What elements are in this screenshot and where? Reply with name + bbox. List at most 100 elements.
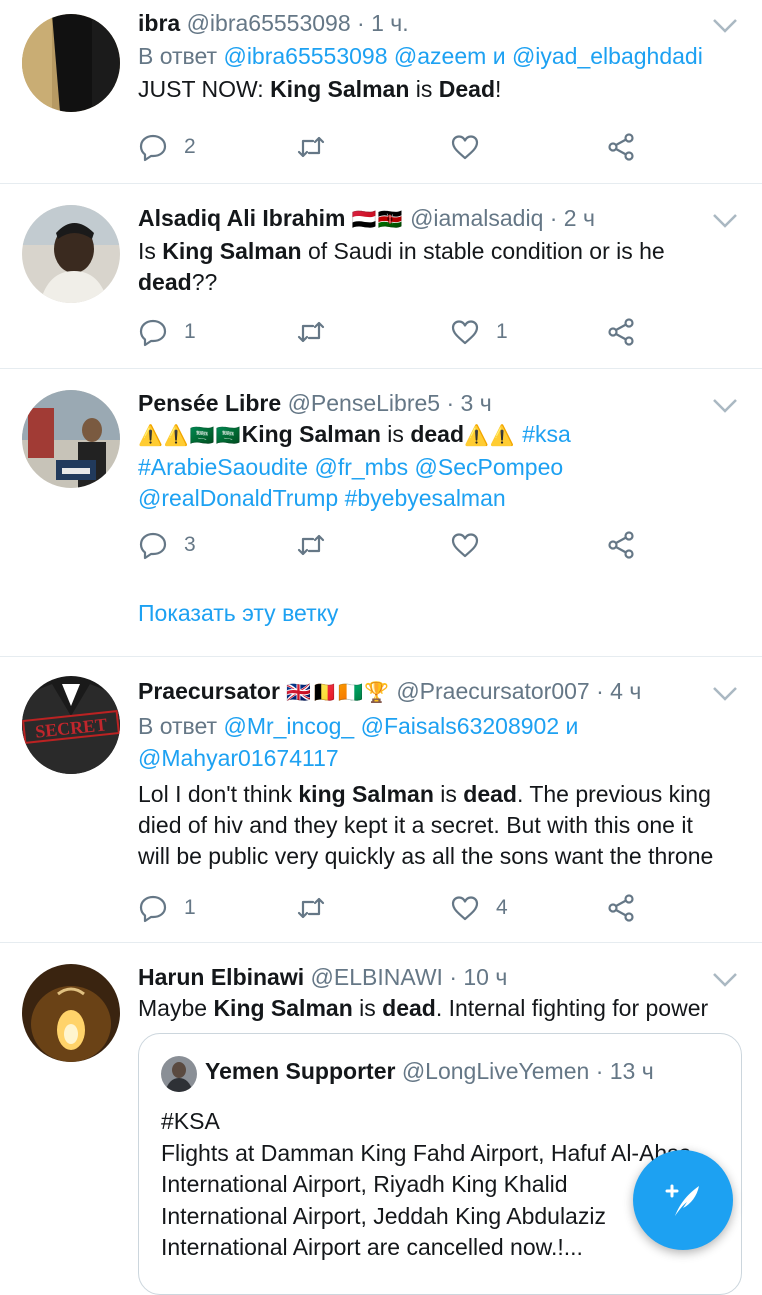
chevron-down-icon[interactable] bbox=[712, 686, 738, 702]
display-name[interactable]: Praecursator bbox=[138, 678, 280, 704]
quoted-header: Yemen Supporter @LongLiveYemen · 13 ч bbox=[205, 1058, 654, 1085]
quoted-text: #KSA Flights at Damman King Fahd Airport… bbox=[161, 1108, 692, 1260]
compose-icon bbox=[665, 1184, 699, 1216]
quoted-display-name: Yemen Supporter bbox=[205, 1058, 396, 1084]
share-icon bbox=[608, 318, 634, 346]
tweet-header: Pensée Libre @PenseLibre5 · 3 ч bbox=[138, 388, 742, 418]
tweet[interactable]: SECRET Praecursator 🇬🇧🇧🇪🇨🇮🏆 @Praecursato… bbox=[0, 656, 762, 943]
like-icon bbox=[451, 320, 479, 345]
hashtag-link[interactable]: #ksa bbox=[522, 421, 571, 447]
mention-link[interactable]: @fr_mbs bbox=[314, 454, 408, 480]
retweet-button[interactable] bbox=[296, 130, 342, 164]
display-name[interactable]: Harun Elbinawi bbox=[138, 964, 304, 990]
quoted-timestamp: · 13 ч bbox=[595, 1058, 654, 1084]
tweet[interactable]: Alsadiq Ali Ibrahim 🇾🇪🇰🇪 @iamalsadiq · 2… bbox=[0, 183, 762, 369]
share-button[interactable] bbox=[606, 130, 636, 164]
display-name[interactable]: Alsadiq Ali Ibrahim bbox=[138, 205, 345, 231]
tweet-header: ibra @ibra65553098 · 1 ч. bbox=[138, 8, 742, 38]
timestamp[interactable]: · 10 ч bbox=[449, 964, 507, 990]
handle: @ELBINAWI bbox=[310, 964, 443, 990]
compose-tweet-button[interactable] bbox=[633, 1150, 733, 1250]
reply-button[interactable]: 1 bbox=[138, 891, 196, 925]
avatar-image bbox=[22, 964, 120, 1062]
chevron-down-icon[interactable] bbox=[712, 18, 738, 34]
chevron-down-icon[interactable] bbox=[712, 213, 738, 229]
retweet-icon bbox=[297, 321, 325, 343]
handle: @Praecursator007 bbox=[396, 678, 590, 704]
handle: @PenseLibre5 bbox=[287, 390, 441, 416]
tweet-text: Maybe King Salman is dead. Internal figh… bbox=[138, 995, 709, 1021]
display-name[interactable]: ibra bbox=[138, 10, 180, 36]
tweet-text: Is King Salman of Saudi in stable condit… bbox=[138, 238, 665, 295]
tweet-header: Alsadiq Ali Ibrahim 🇾🇪🇰🇪 @iamalsadiq · 2… bbox=[138, 203, 742, 235]
avatar-image bbox=[22, 390, 120, 488]
tweet[interactable]: Pensée Libre @PenseLibre5 · 3 ч ⚠️⚠️🇸🇦🇸🇦… bbox=[0, 368, 762, 657]
retweet-button[interactable] bbox=[296, 891, 342, 925]
mention-link[interactable]: @Faisals63208902 bbox=[361, 713, 560, 739]
like-icon bbox=[451, 896, 479, 921]
avatar-image: SECRET bbox=[22, 676, 120, 774]
like-button[interactable]: 1 bbox=[450, 315, 508, 349]
avatar[interactable]: SECRET bbox=[22, 676, 120, 774]
tweet-header: Praecursator 🇬🇧🇧🇪🇨🇮🏆 @Praecursator007 · … bbox=[138, 676, 742, 708]
quoted-avatar bbox=[161, 1056, 197, 1092]
reply-context: В ответ @ibra65553098 @azeem и @iyad_elb… bbox=[138, 43, 703, 69]
share-icon bbox=[608, 531, 634, 559]
reply-icon bbox=[139, 532, 167, 560]
hashtag-link[interactable]: #ArabieSaoudite bbox=[138, 454, 308, 480]
share-button[interactable] bbox=[606, 891, 636, 925]
share-button[interactable] bbox=[606, 315, 636, 349]
handle: @ibra65553098 bbox=[186, 10, 351, 36]
mention-link[interactable]: @ibra65553098 bbox=[223, 43, 387, 69]
mention-link[interactable]: @realDonaldTrump bbox=[138, 485, 338, 511]
handle: @iamalsadiq bbox=[410, 205, 544, 231]
like-button[interactable] bbox=[450, 130, 496, 164]
retweet-button[interactable] bbox=[296, 315, 342, 349]
mention-link[interactable]: @Mr_incog_ bbox=[223, 713, 354, 739]
tweet[interactable]: ibra @ibra65553098 · 1 ч. В ответ @ibra6… bbox=[0, 0, 762, 184]
reply-context: В ответ @Mr_incog_ @Faisals63208902 и bbox=[138, 713, 579, 739]
reply-icon bbox=[139, 134, 167, 162]
quoted-handle: @LongLiveYemen bbox=[401, 1058, 590, 1084]
like-button[interactable]: 4 bbox=[450, 891, 508, 925]
mention-link[interactable]: @Mahyar01674117 bbox=[138, 745, 339, 771]
like-button[interactable] bbox=[450, 528, 496, 562]
mention-link[interactable]: @iyad_elbaghdadi bbox=[512, 43, 703, 69]
flag-emojis: 🇬🇧🇧🇪🇨🇮🏆 bbox=[286, 682, 390, 704]
avatar[interactable] bbox=[22, 205, 120, 303]
tweet-text: JUST NOW: King Salman is Dead! bbox=[138, 76, 502, 102]
like-icon bbox=[451, 533, 479, 558]
avatar[interactable] bbox=[22, 390, 120, 488]
retweet-button[interactable] bbox=[296, 528, 342, 562]
avatar[interactable] bbox=[22, 964, 120, 1062]
retweet-icon bbox=[297, 534, 325, 556]
share-button[interactable] bbox=[606, 528, 636, 562]
retweet-icon bbox=[297, 897, 325, 919]
avatar-image bbox=[22, 205, 120, 303]
mention-link[interactable]: @azeem bbox=[394, 43, 486, 69]
share-icon bbox=[608, 894, 634, 922]
reply-icon bbox=[139, 319, 167, 347]
tweet-text: Lol I don't think king Salman is dead. T… bbox=[138, 781, 714, 869]
hashtag-link[interactable]: #byebyesalman bbox=[345, 485, 506, 511]
timestamp[interactable]: · 2 ч bbox=[550, 205, 595, 231]
retweet-icon bbox=[297, 136, 325, 158]
reply-button[interactable]: 2 bbox=[138, 130, 196, 164]
chevron-down-icon[interactable] bbox=[712, 972, 738, 988]
timestamp[interactable]: · 4 ч bbox=[596, 678, 641, 704]
avatar-image bbox=[22, 14, 120, 112]
timestamp[interactable]: · 3 ч bbox=[446, 390, 491, 416]
tweet-text: ⚠️⚠️🇸🇦🇸🇦King Salman is dead⚠️⚠️ #ksa #Ar… bbox=[138, 421, 571, 511]
reply-button[interactable]: 1 bbox=[138, 315, 196, 349]
show-thread-link[interactable]: Показать эту ветку bbox=[138, 600, 338, 627]
display-name[interactable]: Pensée Libre bbox=[138, 390, 281, 416]
tweet-header: Harun Elbinawi @ELBINAWI · 10 ч bbox=[138, 962, 742, 992]
like-icon bbox=[451, 135, 479, 160]
avatar[interactable] bbox=[22, 14, 120, 112]
flag-emojis: 🇾🇪🇰🇪 bbox=[351, 209, 404, 231]
timestamp[interactable]: · 1 ч. bbox=[357, 10, 409, 36]
chevron-down-icon[interactable] bbox=[712, 398, 738, 414]
reply-button[interactable]: 3 bbox=[138, 528, 196, 562]
mention-link[interactable]: @SecPompeo bbox=[415, 454, 564, 480]
reply-icon bbox=[139, 895, 167, 923]
